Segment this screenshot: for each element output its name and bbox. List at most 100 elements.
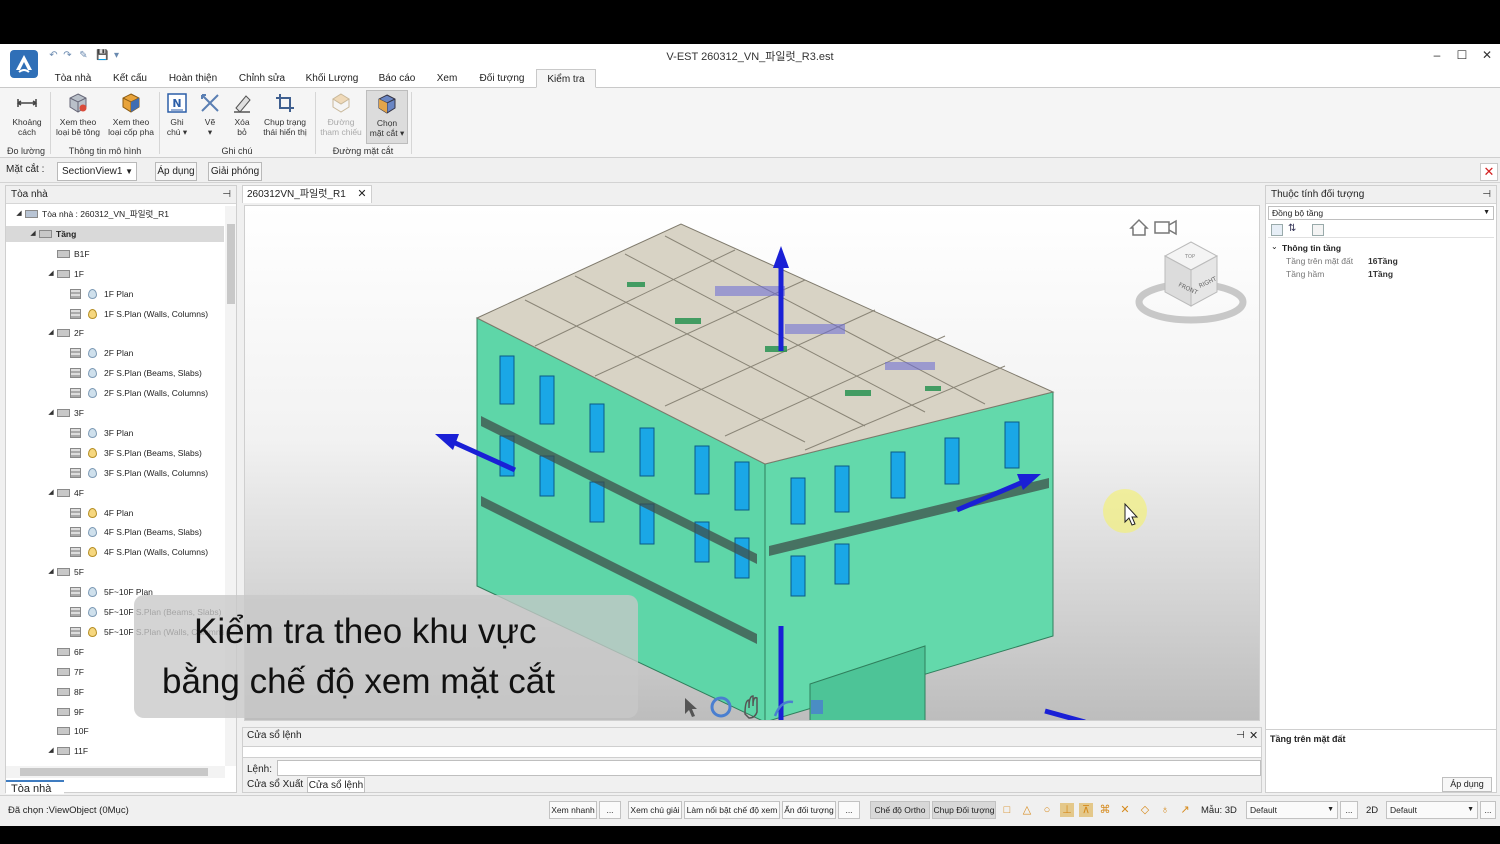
camera-icon[interactable] [1154,219,1177,236]
tree-plan-item[interactable]: 1F Plan [6,286,224,302]
reference-line-button[interactable]: Đường tham chiếu [318,90,364,144]
property-row[interactable]: Tầng trên mặt đất 16Tầng [1266,256,1496,269]
command-input[interactable] [277,760,1261,776]
quick-view-more-button[interactable]: ... [599,801,621,819]
expand-toggle-icon[interactable]: ◢ [14,206,24,222]
tab-command-window[interactable]: Cửa sổ lệnh [307,777,365,793]
tab-chinh-sua[interactable]: Chỉnh sửa [234,69,290,88]
snap-midpoint-icon[interactable]: △ [1020,803,1034,817]
tree-plan-item[interactable]: 3F Plan [6,425,224,441]
quick-access-dropdown-icon[interactable]: ▾ [111,50,122,61]
visibility-bulb-icon[interactable] [88,527,97,538]
redo-icon[interactable]: ↷ [62,50,73,61]
document-tab[interactable]: 260312VN_파일럿_R1 [242,185,372,203]
snap-quadrant-icon[interactable]: ◇ [1138,803,1152,817]
visibility-bulb-icon[interactable] [88,587,97,598]
color-mode-more-button[interactable]: ... [1340,801,1358,819]
properties-apply-button[interactable]: Áp dụng [1442,777,1492,792]
snap-extension-icon[interactable]: ↗ [1178,803,1192,817]
tree-plan-item[interactable]: 4F S.Plan (Walls, Columns) [6,544,224,560]
tab-ket-cau[interactable]: Kết cấu [108,69,152,88]
snap-cross-icon[interactable]: ✕ [1118,803,1132,817]
mode-2d-more-button[interactable]: ... [1480,801,1496,819]
tree-floor-item[interactable]: ◢ 11F [6,743,224,759]
visibility-bulb-icon[interactable] [88,607,97,617]
tree-plan-item[interactable]: 4F Plan [6,505,224,521]
hide-object-more-button[interactable]: ... [838,801,860,819]
visibility-bulb-icon[interactable] [88,467,97,478]
close-section-icon[interactable]: ✕ [1480,163,1498,181]
tree-floor-item[interactable]: B1F [6,246,224,262]
view-by-formwork-button[interactable]: Xem theo loại cốp pha [105,90,157,144]
release-section-button[interactable]: Giải phóng [208,162,262,181]
properties-pin-icon[interactable]: ⊣ [1482,186,1491,204]
tree-floor-item[interactable]: ◢ 2F [6,325,224,341]
tab-doi-tuong[interactable]: Đối tượng [474,69,530,88]
expand-toggle-icon[interactable]: ◢ [46,405,56,421]
tree-plan-item[interactable]: 3F S.Plan (Beams, Slabs) [6,445,224,461]
select-section-button[interactable]: Chọn mặt cắt ▾ [366,90,408,144]
categorized-icon[interactable] [1271,224,1283,236]
tree-horizontal-scroll-thumb[interactable] [20,768,208,776]
close-window-button[interactable]: ✕ [1474,46,1500,64]
visibility-bulb-icon[interactable] [88,368,97,379]
close-document-icon[interactable]: ✕ [356,187,368,201]
view-by-concrete-button[interactable]: Xem theo loại bê tông [53,90,103,144]
draw-button[interactable]: Vẽ ▾ [196,90,224,144]
tree-floor-item[interactable]: ◢ Tầng [6,225,224,242]
property-row[interactable]: Tầng hầm 1Tầng [1266,269,1496,282]
save-icon[interactable]: 💾 [96,50,108,61]
visibility-bulb-icon[interactable] [88,507,97,518]
tab-output-window[interactable]: Cửa sổ Xuất [247,779,303,790]
apply-section-button[interactable]: Áp dụng [155,162,197,181]
delete-button[interactable]: Xóa bỏ [228,90,256,144]
legend-view-button[interactable]: Xem chú giải [628,801,682,819]
visibility-bulb-icon[interactable] [88,388,97,399]
tab-khoi-luong[interactable]: Khối Lượng [302,69,362,88]
section-view-select[interactable]: SectionView1 ▼ [57,162,137,181]
tree-plan-item[interactable]: 2F S.Plan (Beams, Slabs) [6,365,224,381]
tree-plan-item[interactable]: 2F S.Plan (Walls, Columns) [6,385,224,401]
minimize-button[interactable]: – [1424,46,1450,64]
tree-floor-item[interactable]: ◢ 5F [6,564,224,580]
tree-floor-item[interactable]: ◢ 1F [6,266,224,282]
tree-plan-item[interactable]: 3F S.Plan (Walls, Columns) [6,465,224,481]
highlight-view-button[interactable]: Làm nổi bật chế độ xem [684,801,780,819]
visibility-bulb-icon[interactable] [88,447,97,458]
hide-object-button[interactable]: Ẩn đối tượng [782,801,836,819]
tab-bao-cao[interactable]: Báo cáo [374,69,420,88]
tree-plan-item[interactable]: 4F S.Plan (Beams, Slabs) [6,524,224,540]
tab-hoan-thien[interactable]: Hoàn thiện [164,69,222,88]
collapse-category-icon[interactable]: ⌄ [1271,242,1278,251]
select-tool-icon[interactable] [685,698,697,717]
ortho-mode-button[interactable]: Chế độ Ortho [870,801,930,819]
note-button[interactable]: N Ghi chú ▾ [162,90,192,144]
tree-floor-item[interactable]: ◢ 4F [6,485,224,501]
tree-floor-item[interactable]: 10F [6,723,224,739]
pin-icon[interactable]: ⊣ [222,186,231,204]
expand-toggle-icon[interactable]: ◢ [46,325,56,341]
snap-endpoint-icon[interactable]: □ [1000,803,1014,817]
command-close-icon[interactable]: ✕ [1249,729,1258,742]
snap-perpendicular-icon[interactable]: ⊥ [1060,803,1074,817]
home-view-icon[interactable] [1129,218,1149,236]
tab-kiem-tra[interactable]: Kiểm tra [536,69,596,88]
command-pin-icon[interactable]: ⊣ [1236,730,1245,741]
visibility-bulb-icon[interactable] [88,547,97,558]
quick-view-button[interactable]: Xem nhanh [549,801,597,819]
visibility-bulb-icon[interactable] [88,288,97,299]
sort-alpha-icon[interactable]: ⇅ [1288,223,1296,234]
visibility-bulb-icon[interactable] [88,348,97,359]
property-pages-icon[interactable] [1312,224,1324,236]
snap-nearest-icon[interactable]: ♁ [1158,803,1172,817]
visibility-bulb-icon[interactable] [88,427,97,438]
app-logo-icon[interactable] [10,50,38,78]
tree-vertical-scroll-thumb[interactable] [227,224,235,304]
snap-center-icon[interactable]: ○ [1040,803,1054,817]
edit-icon[interactable]: ✎ [78,50,89,61]
snap-node-icon[interactable]: ⌘ [1098,803,1112,817]
walk-tool-icon[interactable] [811,700,823,714]
expand-toggle-icon[interactable]: ◢ [46,266,56,282]
tab-xem[interactable]: Xem [432,69,462,88]
expand-toggle-icon[interactable]: ◢ [46,743,56,759]
